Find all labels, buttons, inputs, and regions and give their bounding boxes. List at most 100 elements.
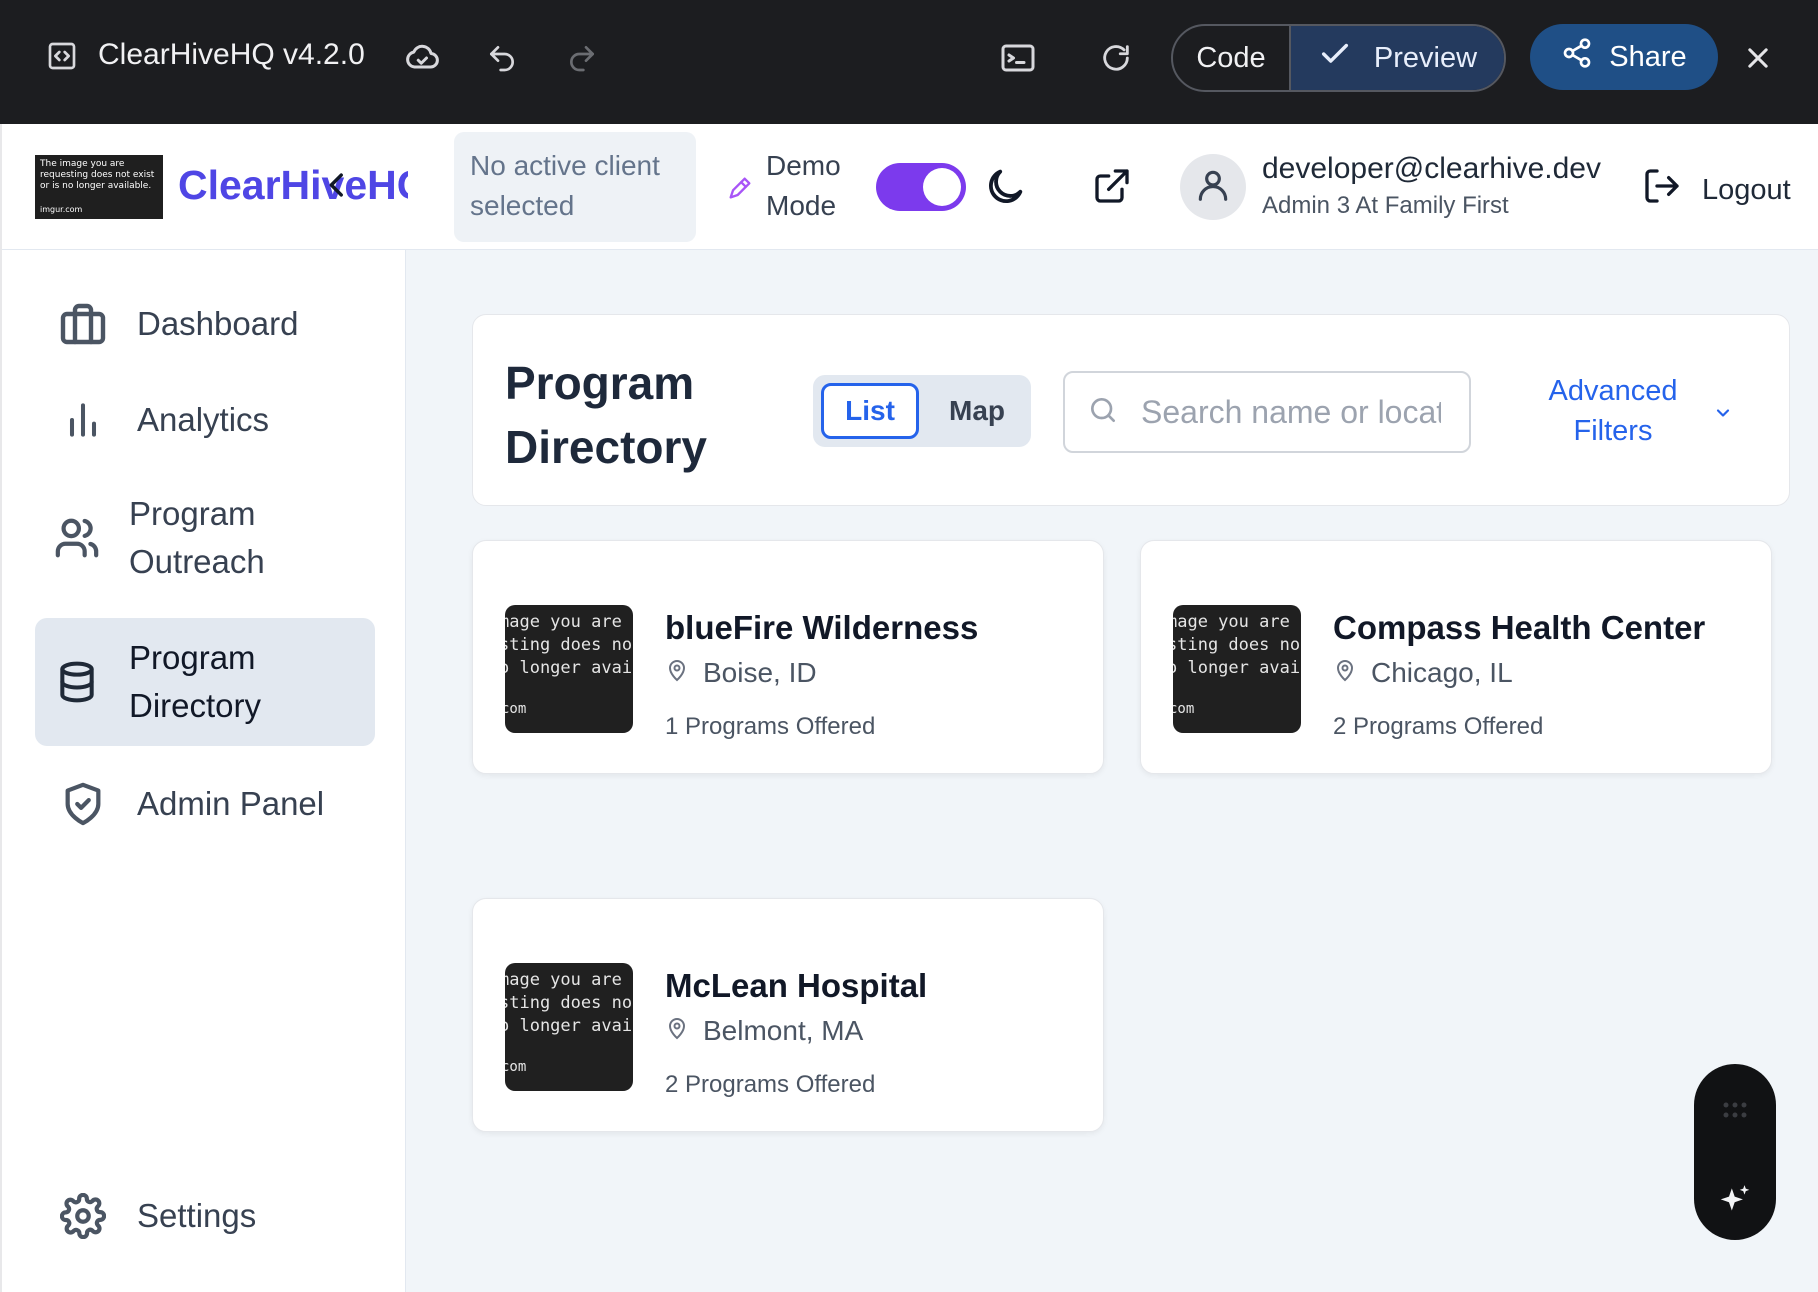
program-card[interactable]: mage you are sting does not o longer ava… xyxy=(472,898,1104,1132)
program-thumbnail: mage you are sting does not o longer ava… xyxy=(1173,605,1301,733)
program-name: blueFire Wilderness xyxy=(665,609,979,646)
program-location: Chicago, IL xyxy=(1333,657,1513,689)
terminal-icon[interactable] xyxy=(998,38,1038,78)
app-title: ClearHiveHQ v4.2.0 xyxy=(98,38,365,71)
brand-name: ClearHiveHQ xyxy=(178,162,408,208)
sidebar-item-admin-panel[interactable]: Admin Panel xyxy=(35,770,375,838)
app-header: The image you are requesting does not ex… xyxy=(2,124,1818,250)
programs-count: 2 Programs Offered xyxy=(1333,713,1544,740)
sidebar: Dashboard Analytics Program Outreach Pro… xyxy=(2,250,406,1292)
program-card[interactable]: mage you are sting does not o longer ava… xyxy=(472,540,1104,774)
sidebar-item-dashboard[interactable]: Dashboard xyxy=(35,290,375,358)
thumb-text: mage you are xyxy=(505,970,622,990)
sidebar-item-label: Settings xyxy=(137,1197,257,1234)
briefcase-icon xyxy=(47,300,119,348)
gear-icon xyxy=(47,1193,119,1239)
user-email: developer@clearhive.dev xyxy=(1262,152,1601,185)
assistant-widget[interactable] xyxy=(1694,1064,1776,1240)
app-preview: The image you are requesting does not ex… xyxy=(2,124,1818,1292)
preview-tab[interactable]: Preview xyxy=(1291,26,1504,90)
search-box xyxy=(1063,371,1471,453)
sidebar-item-label: Admin Panel xyxy=(137,785,325,822)
demo-mode-toggle[interactable] xyxy=(876,163,966,211)
logo-image: The image you are requesting does not ex… xyxy=(35,155,163,219)
program-thumbnail: mage you are sting does not o longer ava… xyxy=(505,963,633,1091)
logo-text-line: or is no longer available. xyxy=(40,181,152,191)
thumb-text: com xyxy=(505,701,527,717)
code-window-icon[interactable] xyxy=(44,38,80,74)
preview-label: Preview xyxy=(1373,41,1478,74)
thumb-text: mage you are xyxy=(505,612,622,632)
thumb-text: o longer avail xyxy=(505,658,633,678)
logout-button[interactable]: Logout xyxy=(1642,166,1791,214)
avatar[interactable] xyxy=(1180,154,1246,220)
page-title: Program Directory xyxy=(505,357,707,473)
editor-toolbar: ClearHiveHQ v4.2.0 Code Preview Share xyxy=(0,0,1818,124)
list-view-button[interactable]: List xyxy=(821,383,919,439)
thumb-text: com xyxy=(1173,701,1195,717)
share-button[interactable]: Share xyxy=(1530,24,1718,90)
programs-count: 2 Programs Offered xyxy=(665,1071,876,1098)
map-pin-icon xyxy=(1333,657,1357,689)
user-icon xyxy=(1194,166,1232,209)
chevron-down-icon[interactable] xyxy=(1713,403,1733,428)
location-text: Belmont, MA xyxy=(703,1015,864,1046)
sidebar-item-program-directory[interactable]: Program Directory xyxy=(35,618,375,746)
location-text: Boise, ID xyxy=(703,657,817,688)
redo-icon[interactable] xyxy=(564,40,600,76)
map-pin-icon xyxy=(665,1015,689,1047)
close-icon[interactable] xyxy=(1742,42,1774,74)
database-icon xyxy=(41,660,113,704)
thumb-text: o longer avail xyxy=(505,1016,633,1036)
search-icon xyxy=(1087,394,1119,431)
program-name: Compass Health Center xyxy=(1333,609,1706,646)
share-icon xyxy=(1561,37,1593,77)
shield-check-icon xyxy=(47,781,119,827)
map-pin-icon xyxy=(665,657,689,689)
directory-toolbar: Program Directory List Map Advanced Filt… xyxy=(472,314,1790,506)
refresh-icon[interactable] xyxy=(1096,38,1136,78)
external-link-icon[interactable] xyxy=(1092,166,1132,211)
sidebar-item-settings[interactable]: Settings xyxy=(35,1182,375,1250)
toggle-knob xyxy=(923,168,961,206)
logo-foot: imgur.com xyxy=(40,205,83,214)
share-label: Share xyxy=(1609,40,1687,73)
sparkle-icon[interactable] xyxy=(1716,1182,1754,1225)
code-tab[interactable]: Code xyxy=(1173,26,1291,90)
logout-label: Logout xyxy=(1702,173,1791,206)
search-input[interactable] xyxy=(1141,393,1441,431)
program-location: Belmont, MA xyxy=(665,1015,863,1047)
sidebar-item-label: Dashboard xyxy=(137,305,299,342)
program-thumbnail: mage you are sting does not o longer ava… xyxy=(505,605,633,733)
moon-icon[interactable] xyxy=(982,164,1028,215)
thumb-text: sting does not xyxy=(505,993,633,1013)
sidebar-item-analytics[interactable]: Analytics xyxy=(35,386,375,454)
logout-icon xyxy=(1642,166,1682,214)
program-name: McLean Hospital xyxy=(665,967,928,1004)
view-toggle: List Map xyxy=(813,375,1031,447)
client-status: No active client selected xyxy=(454,132,696,242)
advanced-filters-button[interactable]: Advanced Filters xyxy=(1523,371,1703,451)
demo-mode-label: Demo Mode xyxy=(766,150,841,221)
sidebar-item-label: Program Directory xyxy=(129,639,262,724)
bar-chart-icon xyxy=(47,398,119,442)
users-icon xyxy=(41,515,113,561)
thumb-text: sting does not xyxy=(1173,635,1301,655)
program-card[interactable]: mage you are sting does not o longer ava… xyxy=(1140,540,1772,774)
drag-handle-icon[interactable] xyxy=(1722,1100,1748,1125)
sidebar-item-program-outreach[interactable]: Program Outreach xyxy=(35,482,375,594)
collapse-sidebar-icon[interactable] xyxy=(320,168,354,207)
location-text: Chicago, IL xyxy=(1371,657,1513,688)
sidebar-item-label: Program Outreach xyxy=(129,495,265,580)
undo-icon[interactable] xyxy=(484,40,520,76)
thumb-text: sting does not xyxy=(505,635,633,655)
logo-text-line: The image you are xyxy=(40,159,125,169)
thumb-text: com xyxy=(505,1059,527,1075)
thumb-text: mage you are xyxy=(1173,612,1290,632)
map-view-button[interactable]: Map xyxy=(931,383,1023,439)
user-role: Admin 3 At Family First xyxy=(1262,192,1509,219)
programs-count: 1 Programs Offered xyxy=(665,713,876,740)
cloud-sync-icon[interactable] xyxy=(400,38,444,78)
thumb-text: o longer avail xyxy=(1173,658,1301,678)
program-location: Boise, ID xyxy=(665,657,817,689)
